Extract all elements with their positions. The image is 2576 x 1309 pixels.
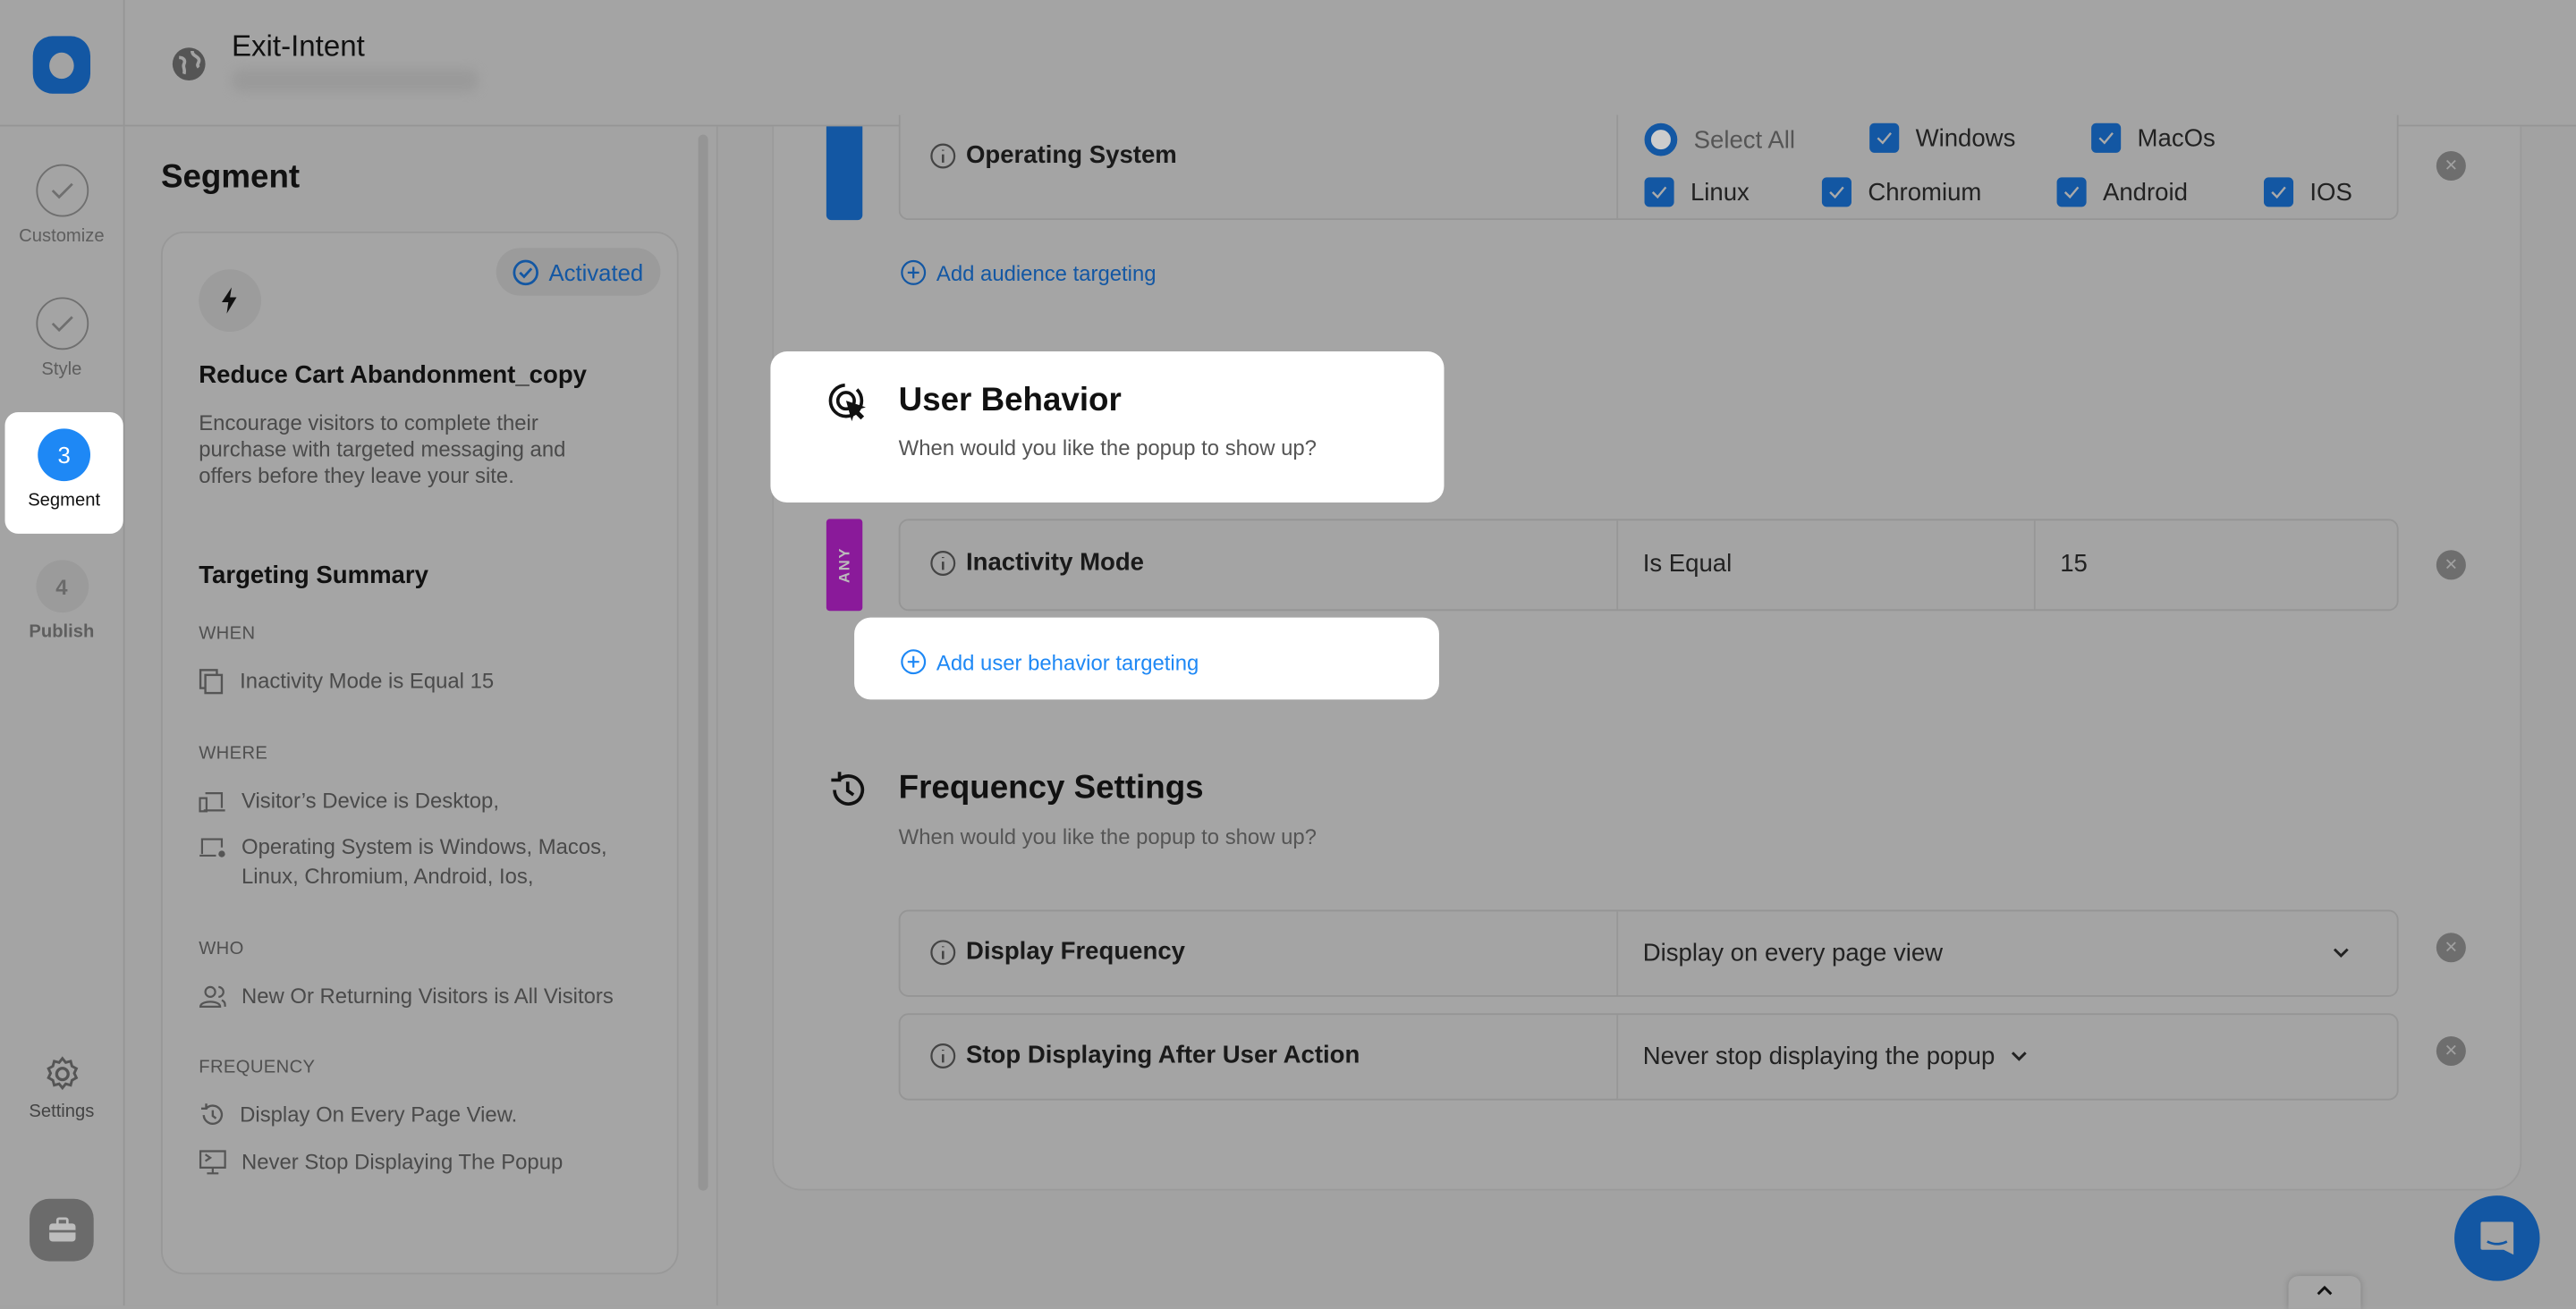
select-all-radio[interactable]: Select All (1644, 122, 1795, 156)
display-frequency-row: Display Frequency Display on every page … (898, 909, 2399, 997)
chat-icon (2480, 1221, 2514, 1255)
close-icon: ✕ (2444, 938, 2459, 957)
any-badge[interactable]: ANY (826, 519, 863, 612)
segment-description: Encourage visitors to complete their pur… (199, 410, 566, 488)
close-icon: ✕ (2444, 156, 2459, 175)
close-icon: ✕ (2444, 1042, 2459, 1060)
lightning-icon (199, 269, 262, 333)
inactivity-row: Inactivity Mode Is Equal 15 (898, 519, 2399, 612)
users-icon (199, 985, 226, 1008)
blurred-url (231, 69, 479, 92)
chevron-down-icon (2012, 1051, 2028, 1061)
segment-name: Reduce Cart Abandonment_copy (199, 361, 587, 390)
step-publish[interactable]: 4 Publish (0, 560, 123, 642)
history-icon (200, 1103, 224, 1125)
checkbox-chromium[interactable]: Chromium (1821, 177, 1981, 207)
history-icon (831, 772, 865, 806)
screen-stop-icon (199, 1150, 226, 1175)
globe-icon (172, 47, 206, 80)
close-icon: ✕ (2444, 555, 2459, 574)
check-icon (35, 297, 89, 350)
activated-badge: Activated (496, 248, 660, 296)
plus-circle-icon (901, 649, 927, 675)
summary-frequency-label: FREQUENCY (199, 1057, 316, 1077)
summary-item: Visitor’s Device is Desktop, (199, 787, 499, 816)
chat-support-button[interactable] (2454, 1195, 2540, 1281)
summary-where-label: WHERE (199, 744, 268, 764)
info-icon (930, 1043, 956, 1068)
remove-inactivity-button[interactable]: ✕ (2436, 550, 2466, 580)
add-user-behavior-container: Add user behavior targeting (854, 617, 1439, 700)
checkbox-android[interactable]: Android (2056, 177, 2188, 207)
step-customize[interactable]: Customize (0, 164, 123, 247)
step-segment[interactable]: 3 Segment (4, 412, 123, 534)
summary-item: New Or Returning Visitors is All Visitor… (199, 982, 614, 1011)
add-audience-targeting-button[interactable]: Add audience targeting (901, 259, 1157, 285)
checkbox-macos[interactable]: MacOs (2091, 122, 2216, 153)
cursor-click-icon (828, 383, 866, 422)
chevron-up-icon (2317, 1286, 2333, 1296)
check-icon (35, 164, 89, 217)
operator-select[interactable]: Is Equal (1643, 550, 1733, 578)
gear-icon (46, 1056, 78, 1091)
chevron-down-icon (2333, 948, 2349, 959)
stop-displaying-select[interactable]: Never stop displaying the popup (1643, 1043, 2028, 1071)
panel-scrollbar[interactable] (698, 134, 708, 1191)
summary-who-label: WHO (199, 939, 244, 959)
summary-item: Display On Every Page View. (199, 1101, 517, 1130)
monitor-gear-icon (199, 838, 225, 857)
checkbox-linux[interactable]: Linux (1644, 177, 1750, 207)
checkbox-checked-icon (1869, 122, 1900, 153)
checkbox-checked-icon (1821, 177, 1852, 207)
devices-icon (199, 792, 225, 813)
scroll-up-button[interactable] (2288, 1276, 2361, 1309)
checkbox-checked-icon (2263, 177, 2294, 207)
remove-stop-displaying-button[interactable]: ✕ (2436, 1035, 2466, 1067)
checkbox-ios[interactable]: IOS (2263, 177, 2352, 207)
rail-divider (0, 124, 123, 127)
checkbox-windows[interactable]: Windows (1869, 122, 2015, 153)
os-row: Operating System Select All Windows MacO… (898, 114, 2399, 221)
info-icon (930, 939, 956, 965)
panel-title: Segment (160, 159, 301, 196)
add-user-behavior-targeting-button[interactable]: Add user behavior targeting (901, 648, 1199, 675)
summary-title: Targeting Summary (199, 562, 428, 590)
remove-os-button[interactable]: ✕ (2436, 150, 2466, 182)
summary-item: Never Stop Displaying The Popup (199, 1148, 563, 1178)
check-circle-icon (513, 258, 538, 285)
checkbox-checked-icon (1644, 177, 1674, 207)
frequency-subtitle: When would you like the popup to show up… (898, 824, 1317, 849)
copy-icon (199, 669, 224, 695)
top-header (124, 0, 2576, 127)
briefcase-icon (48, 1217, 75, 1242)
remove-display-frequency-button[interactable]: ✕ (2436, 933, 2466, 963)
app-logo[interactable] (32, 36, 91, 94)
summary-when-label: WHEN (199, 623, 256, 644)
radio-icon (1644, 122, 1678, 156)
info-icon (930, 550, 956, 576)
step-style[interactable]: Style (0, 297, 123, 379)
frequency-title: Frequency Settings (898, 770, 1204, 807)
checkbox-checked-icon (2091, 122, 2122, 153)
settings-button[interactable]: Settings (0, 1054, 123, 1121)
plus-circle-icon (901, 259, 927, 285)
summary-item: Inactivity Mode is Equal 15 (199, 667, 494, 697)
inactivity-value-input[interactable]: 15 (2060, 550, 2088, 578)
display-frequency-select[interactable]: Display on every page view (1643, 940, 2366, 967)
audience-group-bar (826, 126, 863, 221)
info-icon (930, 142, 956, 168)
stop-displaying-row: Stop Displaying After User Action Never … (898, 1013, 2399, 1101)
briefcase-button[interactable] (30, 1198, 94, 1262)
page-title: Exit-Intent (231, 30, 365, 63)
user-behavior-header: User Behavior When would you like the po… (770, 351, 1445, 503)
checkbox-checked-icon (2056, 177, 2087, 207)
summary-item: Operating System is Windows, Macos, Linu… (199, 832, 642, 891)
